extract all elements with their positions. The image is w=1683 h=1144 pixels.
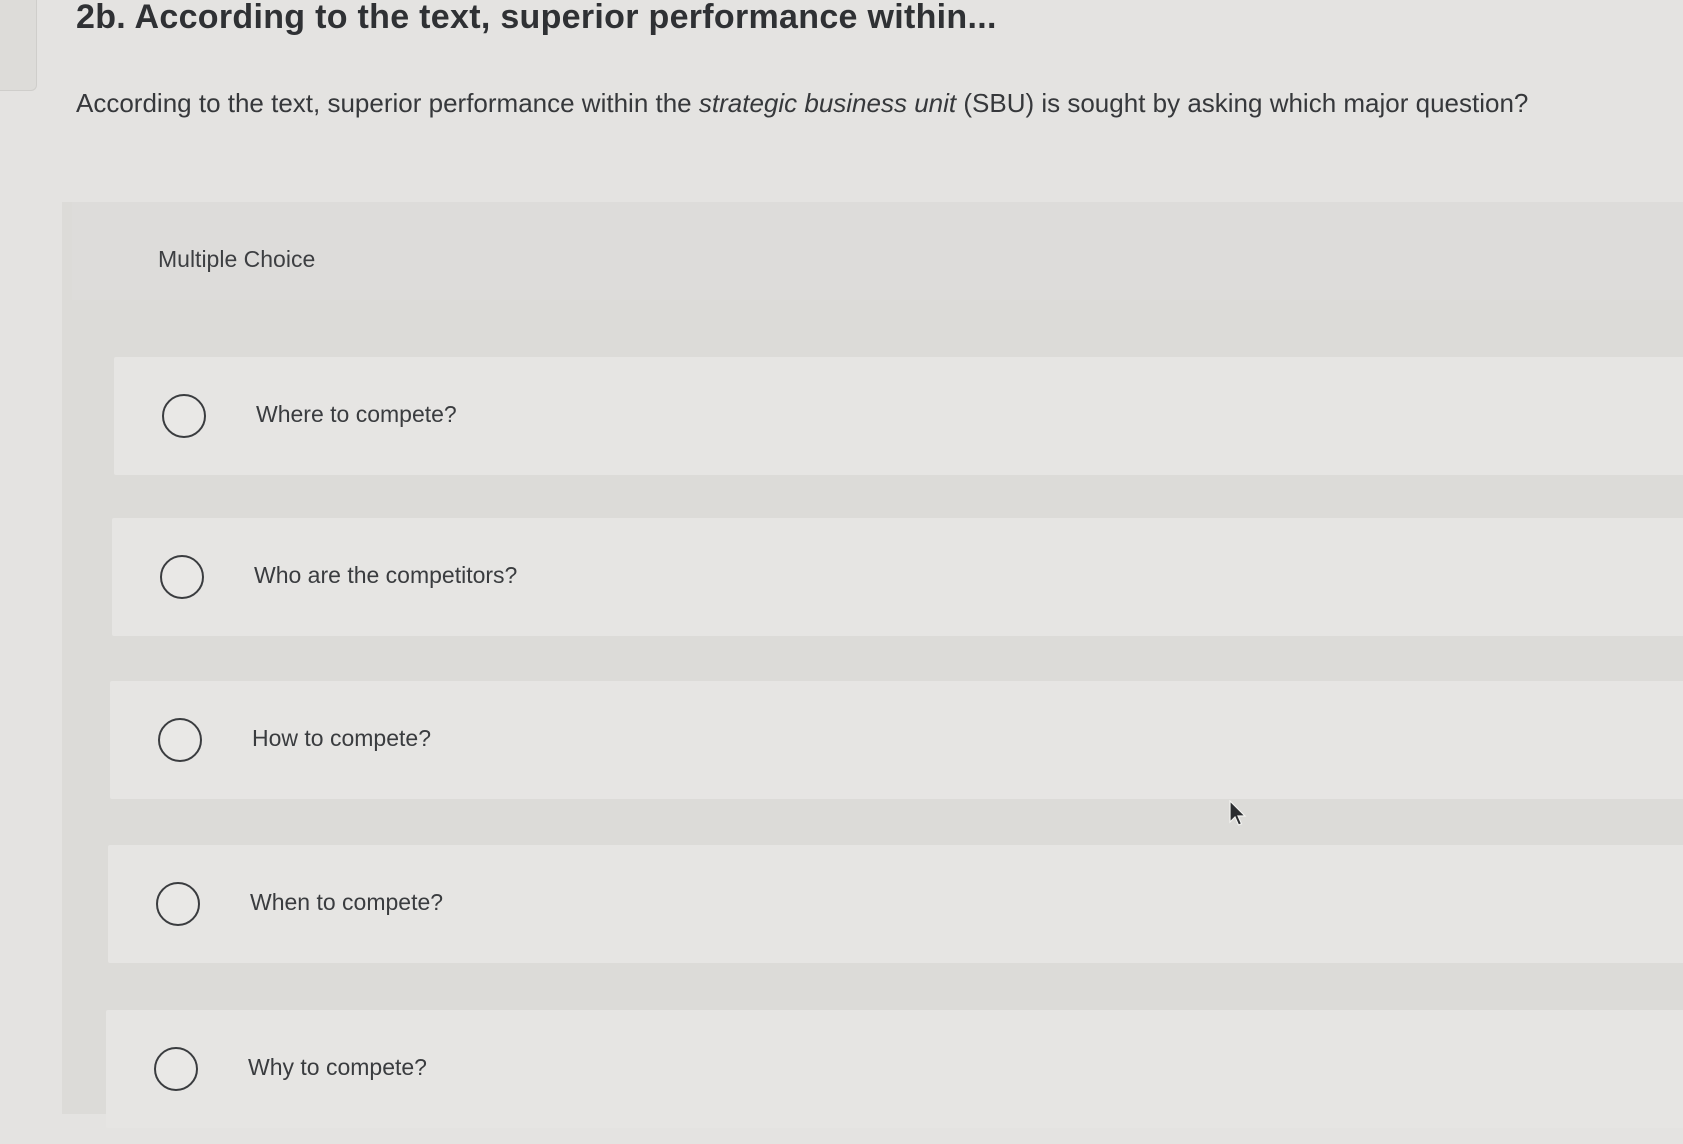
answer-option-label: Where to compete? xyxy=(256,401,457,427)
answer-option-how[interactable]: How to compete? xyxy=(110,681,1683,799)
radio-button-icon[interactable] xyxy=(154,1047,198,1091)
prompt-text-start: According to the text, superior performa… xyxy=(76,88,699,118)
window-edge-decoration xyxy=(0,0,37,91)
answer-option-who[interactable]: Who are the competitors? xyxy=(112,518,1683,636)
radio-button-icon[interactable] xyxy=(160,555,204,599)
answer-panel-header: Multiple Choice xyxy=(72,202,1683,300)
radio-button-icon[interactable] xyxy=(162,394,206,438)
radio-button-icon[interactable] xyxy=(158,718,202,762)
question-type-label: Multiple Choice xyxy=(158,246,316,272)
mouse-pointer-icon xyxy=(1229,800,1247,826)
question-prompt: According to the text, superior performa… xyxy=(76,88,1528,119)
prompt-text-end: (SBU) is sought by asking which major qu… xyxy=(956,88,1529,118)
answer-option-label: How to compete? xyxy=(252,725,431,751)
answer-option-where[interactable]: Where to compete? xyxy=(114,357,1683,475)
prompt-italic-term: strategic business unit xyxy=(698,88,957,118)
question-title: 2b. According to the text, superior perf… xyxy=(76,0,997,36)
answer-option-label: When to compete? xyxy=(250,889,444,915)
answer-option-why[interactable]: Why to compete? xyxy=(106,1010,1683,1128)
answer-option-label: Who are the competitors? xyxy=(254,562,518,588)
radio-button-icon[interactable] xyxy=(156,882,200,926)
answer-option-when[interactable]: When to compete? xyxy=(108,845,1683,963)
answer-panel: Multiple Choice Where to compete? Who ar… xyxy=(62,202,1683,1128)
answer-option-label: Why to compete? xyxy=(248,1054,427,1080)
